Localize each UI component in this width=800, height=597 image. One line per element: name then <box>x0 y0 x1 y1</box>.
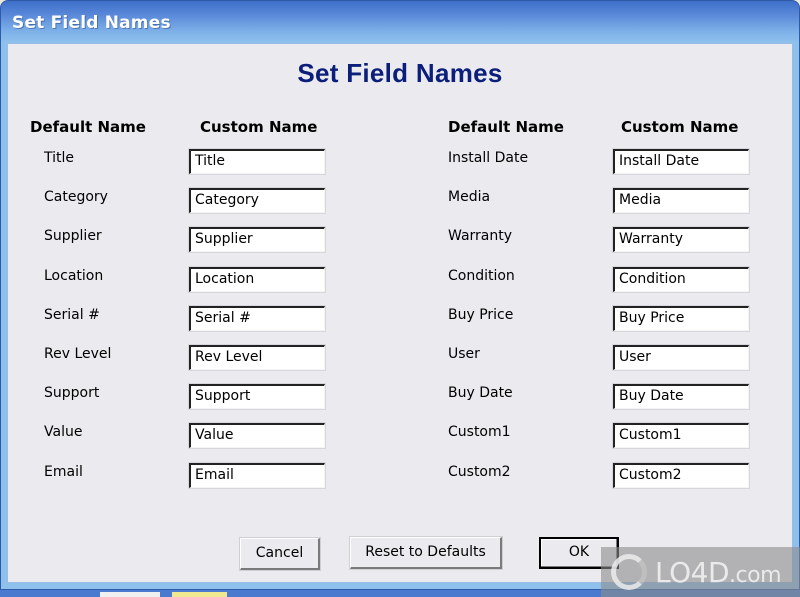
right-default-name-label: Media <box>448 189 491 206</box>
dialog-heading: Set Field Names <box>297 58 503 88</box>
right-default-name-label: Buy Date <box>448 385 513 402</box>
right-default-name-header: Default Name <box>448 118 564 136</box>
right-custom-name-input[interactable]: Custom2 <box>612 461 750 489</box>
lo4d-logo-icon <box>611 554 647 590</box>
right-default-name-label: Install Date <box>448 150 529 166</box>
right-custom-name-input[interactable]: Custom1 <box>612 422 750 450</box>
left-custom-name-input[interactable]: Supplier <box>188 226 326 254</box>
left-custom-name-input[interactable]: Value <box>188 422 326 450</box>
right-default-name-label: User <box>448 346 480 362</box>
window-title: Set Field Names <box>12 13 171 33</box>
right-custom-name-input[interactable]: Condition <box>612 265 750 293</box>
taskbar-segment <box>172 592 227 597</box>
right-default-name-label: Condition <box>448 267 515 284</box>
watermark-text: LO4D.com <box>655 556 781 589</box>
right-custom-name-input[interactable]: Media <box>612 187 750 215</box>
cancel-button[interactable]: Cancel <box>240 538 320 570</box>
left-default-name-label: Support <box>44 385 100 402</box>
left-custom-name-header: Custom Name <box>200 118 318 136</box>
right-custom-name-input[interactable]: Buy Price <box>612 304 750 332</box>
left-custom-name-input[interactable]: Title <box>188 148 326 175</box>
left-default-name-label: Rev Level <box>44 346 112 362</box>
right-default-name-label: Custom2 <box>448 463 511 480</box>
left-custom-name-input[interactable]: Location <box>188 265 326 293</box>
left-custom-name-input[interactable]: Serial # <box>188 304 326 332</box>
left-custom-name-input[interactable]: Category <box>188 187 326 215</box>
dialog-body: Set Field Names Default Name Custom Name… <box>7 43 793 583</box>
left-default-name-label: Location <box>44 267 104 284</box>
title-bar[interactable]: Set Field Names <box>1 1 799 44</box>
right-custom-name-header: Custom Name <box>621 118 739 136</box>
watermark-brand: LO4D <box>655 555 730 589</box>
left-default-name-label: Value <box>44 424 83 441</box>
right-custom-name-input[interactable]: User <box>612 344 750 371</box>
watermark-suffix: .com <box>729 562 781 588</box>
right-default-name-label: Custom1 <box>448 424 511 441</box>
right-default-name-label: Warranty <box>448 228 513 245</box>
reset-to-defaults-button[interactable]: Reset to Defaults <box>350 537 502 569</box>
left-default-name-label: Category <box>44 189 108 206</box>
dialog-window: Set Field Names Set Field Names Default … <box>0 0 800 590</box>
taskbar-segment <box>100 592 160 597</box>
left-default-name-label: Supplier <box>44 228 102 245</box>
right-custom-name-input[interactable]: Warranty <box>612 226 750 254</box>
watermark: LO4D.com <box>601 547 800 597</box>
right-default-name-label: Buy Price <box>448 306 514 323</box>
left-default-name-label: Title <box>44 150 75 166</box>
left-default-name-label: Serial # <box>44 306 100 323</box>
left-custom-name-input[interactable]: Support <box>188 383 326 411</box>
left-default-name-header: Default Name <box>30 118 146 136</box>
left-custom-name-input[interactable]: Rev Level <box>188 344 326 371</box>
left-default-name-label: Email <box>44 463 83 480</box>
right-custom-name-input[interactable]: Buy Date <box>612 383 750 411</box>
right-custom-name-input[interactable]: Install Date <box>612 148 750 175</box>
left-custom-name-input[interactable]: Email <box>188 461 326 489</box>
